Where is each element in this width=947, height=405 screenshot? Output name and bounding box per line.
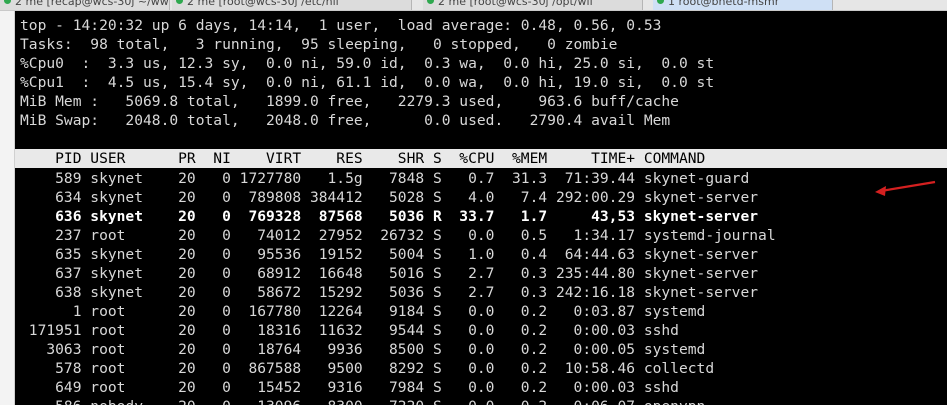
process-row: 3063 root 20 0 18764 9936 8500 S 0.0 0.2…: [20, 341, 706, 358]
terminal-window[interactable]: top - 14:20:32 up 6 days, 14:14, 1 user,…: [15, 11, 947, 405]
tab-session-4[interactable]: 1 root@bnetd-msmr: [653, 0, 833, 10]
process-row: 1 root 20 0 167780 12264 9184 S 0.0 0.2 …: [20, 303, 706, 320]
tab-label: 1 root@bnetd-msmr: [668, 0, 780, 8]
tab-label: 2 me [root@wcs-30j /opt/wii: [438, 0, 593, 8]
red-arrow-annotation-icon: [875, 180, 936, 196]
tab-session-3[interactable]: 2 me [root@wcs-30j /opt/wii: [423, 0, 643, 10]
left-gutter: [0, 11, 15, 405]
mem-line: MiB Mem : 5069.8 total, 1899.0 free, 227…: [20, 93, 679, 110]
process-row: 171951 root 20 0 18316 11632 9544 S 0.0 …: [20, 322, 679, 339]
connected-icon: [657, 0, 664, 4]
process-row: 578 root 20 0 867588 9500 8292 S 0.0 0.2…: [20, 360, 715, 377]
process-table-header: PID USER PR NI VIRT RES SHR S %CPU %MEM …: [15, 149, 947, 168]
process-row-running: 636 skynet 20 0 769328 87568 5036 R 33.7…: [20, 208, 759, 225]
top-uptime-line: top - 14:20:32 up 6 days, 14:14, 1 user,…: [20, 17, 662, 34]
tab-session-2[interactable]: 2 me [root@wcs-30j /etc/nii: [172, 0, 412, 10]
tab-label: 2 me [root@wcs-30j /etc/nii: [187, 0, 339, 8]
process-row: 637 skynet 20 0 68912 16648 5016 S 2.7 0…: [20, 265, 759, 282]
process-row: 237 root 20 0 74012 27952 26732 S 0.0 0.…: [20, 227, 776, 244]
tab-label: 2 me [recap@wcs-30j ~/www/I]: [15, 0, 169, 8]
process-row: 649 root 20 0 15452 9316 7984 S 0.0 0.2 …: [20, 379, 679, 396]
process-row: 634 skynet 20 0 789808 384412 5028 S 4.0…: [20, 189, 759, 206]
cpu1-line: %Cpu1 : 4.5 us, 15.4 sy, 0.0 ni, 61.1 id…: [20, 74, 715, 91]
process-row: 638 skynet 20 0 58672 15292 5036 S 2.7 0…: [20, 284, 759, 301]
tab-session-1[interactable]: 2 me [recap@wcs-30j ~/www/I]: [0, 0, 170, 10]
cpu0-line: %Cpu0 : 3.3 us, 12.3 sy, 0.0 ni, 59.0 id…: [20, 55, 715, 72]
process-row: 589 skynet 20 0 1727780 1.5g 7848 S 0.7 …: [20, 170, 750, 187]
process-row: 586 nobody 20 0 13096 8300 7220 S 0.0 0.…: [20, 397, 705, 405]
tasks-line: Tasks: 98 total, 3 running, 95 sleeping,…: [20, 36, 618, 53]
swap-line: MiB Swap: 2048.0 total, 2048.0 free, 0.0…: [20, 112, 671, 129]
header-columns: PID USER PR NI VIRT RES SHR S %CPU %MEM …: [20, 150, 706, 167]
connected-icon: [427, 0, 434, 4]
connected-icon: [176, 0, 183, 4]
tab-bar: 2 me [recap@wcs-30j ~/www/I] 2 me [root@…: [0, 0, 947, 11]
connected-icon: [4, 0, 11, 4]
process-row: 635 skynet 20 0 95536 19152 5004 S 1.0 0…: [20, 246, 759, 263]
